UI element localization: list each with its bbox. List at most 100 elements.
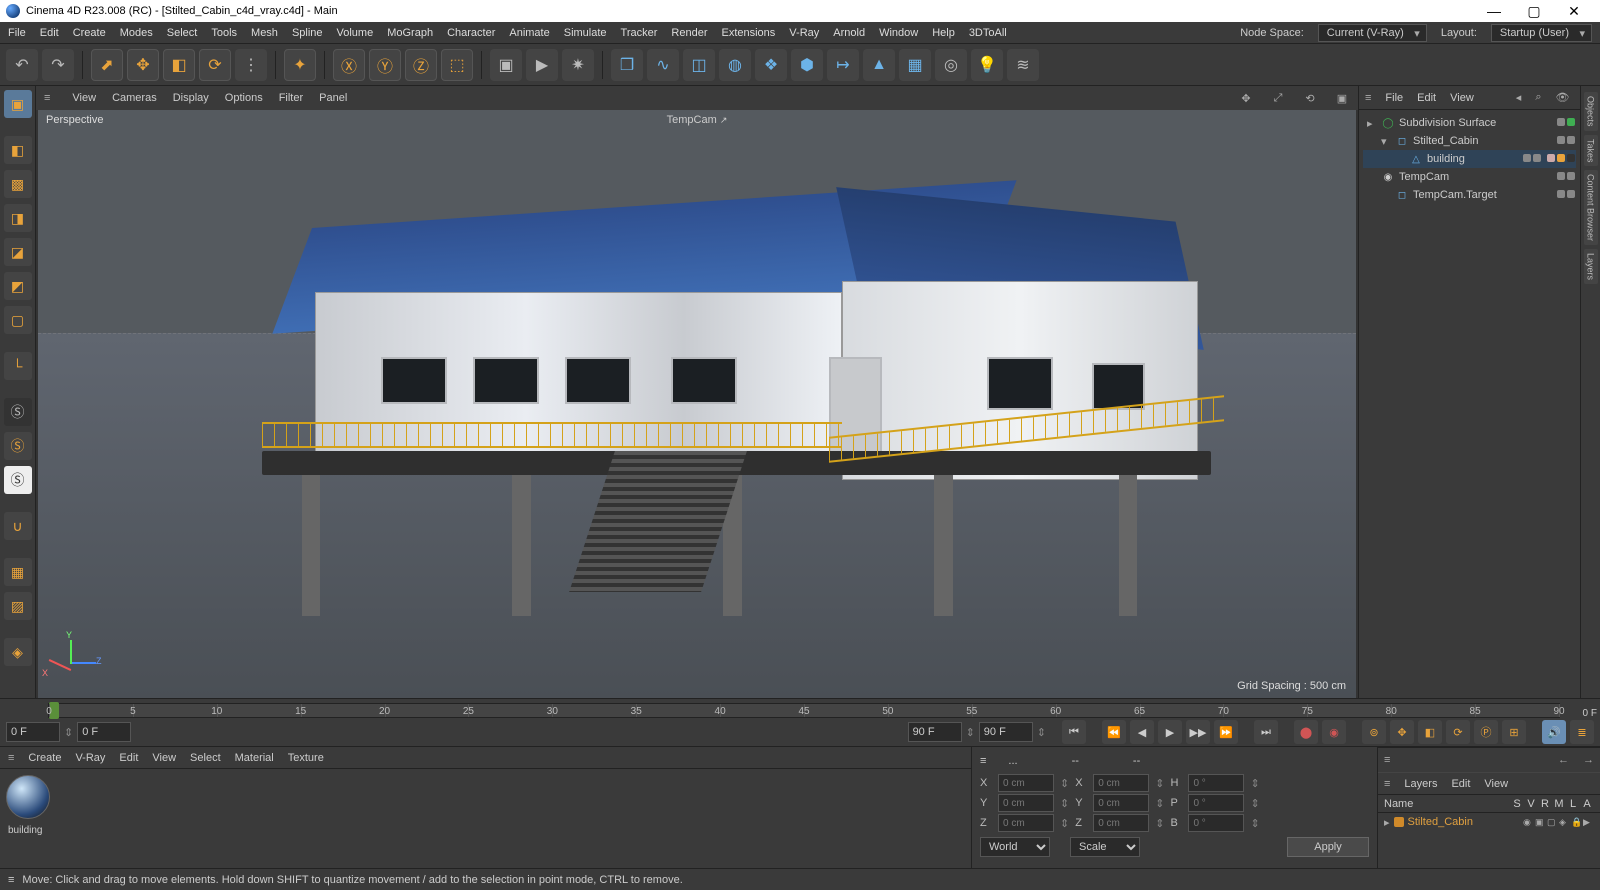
key-mode-d[interactable]: ⟳: [1446, 720, 1470, 744]
timeline-start-field[interactable]: [6, 722, 60, 742]
menu-create[interactable]: Create: [73, 27, 106, 39]
menu-simulate[interactable]: Simulate: [564, 27, 607, 39]
objmenu-edit[interactable]: Edit: [1417, 92, 1436, 104]
matmenu-material[interactable]: Material: [235, 752, 274, 764]
objmenu-view[interactable]: View: [1450, 92, 1474, 104]
window-close-button[interactable]: ✕: [1554, 3, 1594, 20]
pos-y-field[interactable]: [998, 794, 1054, 812]
add-cloner-button[interactable]: ⬢: [791, 49, 823, 81]
sidetab-content-browser[interactable]: Content Browser: [1584, 170, 1598, 245]
live-select-tool[interactable]: ⬈: [91, 49, 123, 81]
polygon-mode-button[interactable]: ▢: [4, 306, 32, 334]
edge-mode-button[interactable]: ◩: [4, 272, 32, 300]
add-generator-button[interactable]: ◫: [683, 49, 715, 81]
render-view-button[interactable]: ▣: [490, 49, 522, 81]
objects-prev-icon[interactable]: ◂: [1516, 91, 1522, 104]
viewport-orbit-icon[interactable]: ⟲: [1302, 90, 1318, 106]
timeline-end-field[interactable]: [979, 722, 1033, 742]
menu-mesh[interactable]: Mesh: [251, 27, 278, 39]
menu-render[interactable]: Render: [671, 27, 707, 39]
tree-item-tempcam[interactable]: ◉TempCam: [1363, 168, 1576, 186]
attribute-menu-icon[interactable]: ≡: [1384, 754, 1390, 766]
menu-animate[interactable]: Animate: [509, 27, 549, 39]
menu-volume[interactable]: Volume: [337, 27, 374, 39]
axis-mode-button[interactable]: └: [4, 352, 32, 380]
coord-system-b[interactable]: Scale: [1070, 837, 1140, 857]
material-thumbnail[interactable]: [6, 775, 50, 819]
menu-spline[interactable]: Spline: [292, 27, 323, 39]
viewport-menu-icon[interactable]: ≡: [44, 92, 50, 104]
tree-item-stilted-cabin[interactable]: ▾◻Stilted_Cabin: [1363, 132, 1576, 150]
move-tool[interactable]: ✥: [127, 49, 159, 81]
symmetry-button[interactable]: Ⓢ: [4, 466, 32, 494]
model-mode-button[interactable]: ◧: [4, 136, 32, 164]
texture-mode-button[interactable]: ▩: [4, 170, 32, 198]
tree-item-building[interactable]: △building: [1363, 150, 1576, 168]
layermenu-edit[interactable]: Edit: [1451, 778, 1470, 790]
render-settings-button[interactable]: ✷: [562, 49, 594, 81]
viewmenu-options[interactable]: Options: [225, 92, 263, 104]
attr-next-icon[interactable]: →: [1583, 754, 1594, 766]
key-mode-b[interactable]: ✥: [1390, 720, 1414, 744]
tree-item-subdivision-surface[interactable]: ▸◯Subdivision Surface: [1363, 114, 1576, 132]
script-button[interactable]: ≋: [1007, 49, 1039, 81]
timeline-loop-end-field[interactable]: [908, 722, 962, 742]
add-tag-button[interactable]: ◎: [935, 49, 967, 81]
sidetab-takes[interactable]: Takes: [1584, 135, 1598, 167]
prev-frame-button[interactable]: ◀: [1130, 720, 1154, 744]
menu-help[interactable]: Help: [932, 27, 955, 39]
record-key-button[interactable]: ⬤: [1294, 720, 1318, 744]
attr-prev-icon[interactable]: ←: [1558, 754, 1569, 766]
viewport-zoom-icon[interactable]: ⤢: [1270, 90, 1286, 106]
menu-3dtoall[interactable]: 3DToAll: [969, 27, 1007, 39]
viewmenu-filter[interactable]: Filter: [279, 92, 303, 104]
soft-select-button[interactable]: Ⓢ: [4, 432, 32, 460]
menu-tracker[interactable]: Tracker: [621, 27, 658, 39]
objects-search-icon[interactable]: ⌕: [1535, 91, 1541, 104]
add-environment-button[interactable]: ↦: [827, 49, 859, 81]
rotate-tool[interactable]: ⟳: [199, 49, 231, 81]
size-x-field[interactable]: [1093, 774, 1149, 792]
x-axis-button[interactable]: Ⓧ: [333, 49, 365, 81]
pos-x-field[interactable]: [998, 774, 1054, 792]
timeline-ruler[interactable]: 0510152025303540455055606570758085900 F: [48, 703, 1560, 718]
window-maximize-button[interactable]: ▢: [1514, 3, 1554, 20]
point-mode-button[interactable]: ◪: [4, 238, 32, 266]
timeline-loop-start-field[interactable]: [77, 722, 131, 742]
y-axis-button[interactable]: Ⓨ: [369, 49, 401, 81]
add-spline-button[interactable]: ∿: [647, 49, 679, 81]
node-space-select[interactable]: Current (V-Ray): [1318, 24, 1427, 42]
add-field-button[interactable]: ◍: [719, 49, 751, 81]
objects-menu-icon[interactable]: ≡: [1365, 92, 1371, 104]
menu-select[interactable]: Select: [167, 27, 198, 39]
menu-edit[interactable]: Edit: [40, 27, 59, 39]
snap-mode-button[interactable]: Ⓢ: [4, 398, 32, 426]
viewmenu-cameras[interactable]: Cameras: [112, 92, 157, 104]
z-axis-button[interactable]: Ⓩ: [405, 49, 437, 81]
menu-tools[interactable]: Tools: [211, 27, 237, 39]
key-mode-a[interactable]: ⊚: [1362, 720, 1386, 744]
key-mode-f[interactable]: ⊞: [1502, 720, 1526, 744]
go-end-button[interactable]: ⏭: [1254, 720, 1278, 744]
matmenu-texture[interactable]: Texture: [288, 752, 324, 764]
tree-item-tempcam-target[interactable]: ◻TempCam.Target: [1363, 186, 1576, 204]
menu-extensions[interactable]: Extensions: [721, 27, 775, 39]
autokey-button[interactable]: ◉: [1322, 720, 1346, 744]
matmenu-edit[interactable]: Edit: [119, 752, 138, 764]
layout-select[interactable]: Startup (User): [1491, 24, 1592, 42]
last-tool[interactable]: ⋮: [235, 49, 267, 81]
key-mode-e[interactable]: Ⓟ: [1474, 720, 1498, 744]
add-light-button[interactable]: 💡: [971, 49, 1003, 81]
viewmenu-panel[interactable]: Panel: [319, 92, 347, 104]
workplane-b-button[interactable]: ▨: [4, 592, 32, 620]
objects-tree[interactable]: ▸◯Subdivision Surface▾◻Stilted_Cabin△bui…: [1359, 110, 1580, 698]
sound-button[interactable]: 🔊: [1542, 720, 1566, 744]
apply-button[interactable]: Apply: [1287, 837, 1369, 857]
layers-menu-icon[interactable]: ≡: [1384, 778, 1390, 790]
sidetab-layers[interactable]: Layers: [1584, 249, 1598, 284]
layermenu-view[interactable]: View: [1484, 778, 1508, 790]
play-button[interactable]: ▶: [1158, 720, 1182, 744]
axis-toggle[interactable]: ✦: [284, 49, 316, 81]
layer-row[interactable]: ▸ Stilted_Cabin ◉▣▢◈🔒▶: [1378, 813, 1600, 831]
matmenu-v-ray[interactable]: V-Ray: [75, 752, 105, 764]
